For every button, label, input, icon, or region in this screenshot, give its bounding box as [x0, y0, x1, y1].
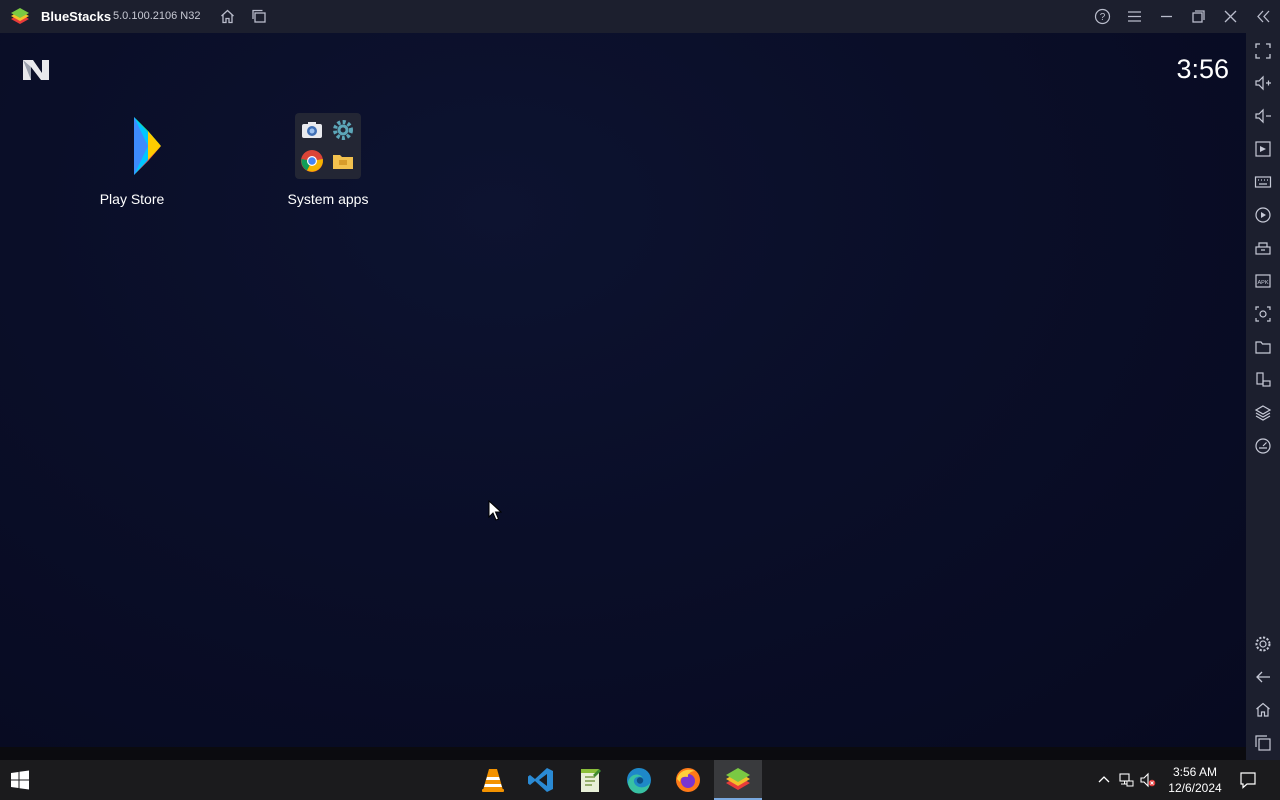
system-apps-label: System apps [287, 191, 369, 207]
multi-instance-icon[interactable] [251, 8, 268, 25]
home-icon[interactable] [219, 8, 236, 25]
restore-icon[interactable] [1190, 8, 1207, 25]
window-title: BlueStacks [41, 9, 112, 24]
chrome-icon [300, 149, 324, 173]
notepad-plus-icon[interactable] [575, 765, 605, 795]
folder-icon[interactable] [1254, 338, 1272, 356]
rotate-icon[interactable] [1254, 371, 1272, 389]
svg-text:APK: APK [1257, 280, 1268, 286]
layers-icon[interactable] [1254, 404, 1272, 422]
back-icon[interactable] [1254, 668, 1272, 686]
volume-up-icon[interactable] [1254, 74, 1272, 92]
edge-icon[interactable] [624, 765, 654, 795]
windows-taskbar: 3:56 AM 12/6/2024 [0, 760, 1280, 800]
fullscreen-icon[interactable] [1254, 42, 1272, 60]
minimize-icon[interactable] [1158, 8, 1175, 25]
bluestacks-icon[interactable] [723, 765, 753, 795]
close-icon[interactable] [1222, 8, 1239, 25]
android-home-icon[interactable] [1254, 701, 1272, 719]
notification-center-icon[interactable] [1239, 771, 1257, 789]
vlc-icon[interactable] [478, 765, 508, 795]
recent-apps-icon[interactable] [1254, 734, 1272, 752]
svg-text:?: ? [1100, 12, 1106, 23]
system-apps-folder[interactable]: System apps [268, 113, 388, 207]
keyboard-controls-icon[interactable] [1254, 173, 1272, 191]
nova-launcher-n-icon [20, 57, 52, 83]
play-store-app[interactable]: Play Store [72, 113, 192, 207]
volume-down-icon[interactable] [1254, 107, 1272, 125]
camera-icon [300, 118, 324, 142]
screenshot-icon[interactable] [1254, 305, 1272, 323]
android-screen[interactable]: 3:56 Play Store System apps [0, 33, 1246, 747]
taskbar-time: 3:56 AM [1172, 765, 1218, 779]
taskbar-clock[interactable]: 3:56 AM 12/6/2024 [1160, 764, 1230, 796]
firefox-icon[interactable] [673, 765, 703, 795]
play-store-label: Play Store [99, 191, 165, 207]
play-store-icon [99, 113, 165, 179]
show-hidden-icons-chevron-icon[interactable] [1096, 772, 1112, 788]
right-sidebar: APK [1246, 33, 1280, 760]
mouse-cursor-icon [488, 499, 503, 522]
settings-app-icon [331, 118, 355, 142]
eco-mode-icon[interactable] [1254, 437, 1272, 455]
network-icon[interactable] [1118, 772, 1134, 788]
version-label: 5.0.100.2106 N32 [113, 10, 201, 22]
windows-start-icon[interactable] [10, 770, 30, 790]
file-manager-icon [331, 149, 355, 173]
system-apps-folder-icon [295, 113, 361, 179]
title-bar: BlueStacks 5.0.100.2106 N32 ? [0, 0, 1280, 33]
volume-muted-icon[interactable] [1140, 772, 1156, 788]
taskbar-date: 12/6/2024 [1168, 781, 1222, 795]
screen-bottom-strip [0, 747, 1246, 760]
menu-icon[interactable] [1126, 8, 1143, 25]
multi-instance-manager-icon[interactable] [1254, 239, 1272, 257]
media-manager-icon[interactable] [1254, 140, 1272, 158]
bluestacks-logo-icon [9, 6, 31, 28]
collapse-sidebar-icon[interactable] [1255, 8, 1272, 25]
macro-icon[interactable] [1254, 206, 1272, 224]
android-clock: 3:56 [1176, 54, 1229, 84]
settings-icon[interactable] [1254, 635, 1272, 653]
install-apk-icon[interactable]: APK [1254, 272, 1272, 290]
vscode-icon[interactable] [526, 765, 556, 795]
help-icon[interactable]: ? [1094, 8, 1111, 25]
